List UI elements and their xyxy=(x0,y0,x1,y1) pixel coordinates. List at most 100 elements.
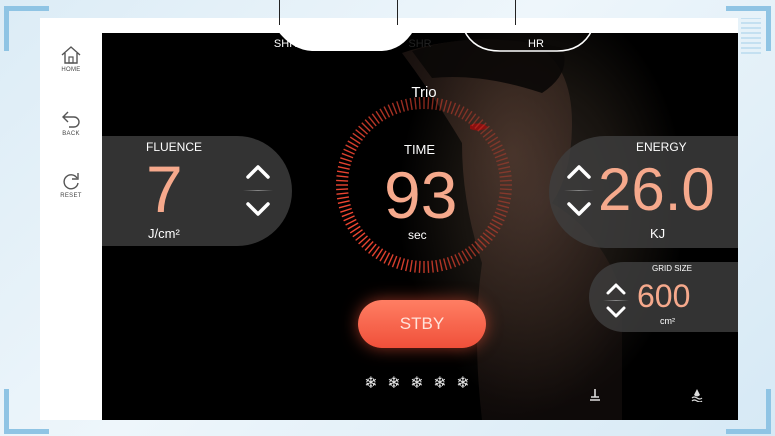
energy-increase-button[interactable] xyxy=(566,163,592,181)
grid-size-increase-button[interactable] xyxy=(605,282,627,296)
reset-label: RESET xyxy=(60,193,82,199)
tab-shr-stack[interactable]: SHR STACK xyxy=(265,38,345,50)
timer-ring-tick xyxy=(498,196,512,200)
timer-ring-tick xyxy=(340,157,352,163)
snowflake-icon: ❄ xyxy=(387,373,401,392)
timer-ring-tick xyxy=(457,106,465,118)
snowflake-icon: ❄ xyxy=(433,373,447,392)
tab-leader-line xyxy=(515,0,516,25)
timer-ring-tick xyxy=(336,192,349,195)
back-button[interactable]: BACK xyxy=(40,108,102,137)
timer-ring-tick xyxy=(337,200,350,204)
timer-ring-tick xyxy=(405,259,409,272)
timer-ring-tick xyxy=(343,148,355,155)
timer-ring-tick xyxy=(396,101,402,113)
fluence-unit: J/cm² xyxy=(148,226,180,241)
timer-ring-tick xyxy=(418,260,421,273)
fluence-increase-button[interactable] xyxy=(245,163,271,181)
grid-size-decrease-button[interactable] xyxy=(605,305,627,319)
timer-ring-tick xyxy=(336,188,349,191)
timer-ring-tick xyxy=(454,104,461,116)
back-label: BACK xyxy=(62,131,80,137)
grid-size-unit: cm² xyxy=(660,316,675,326)
time-unit: sec xyxy=(408,228,427,242)
timer-ring-tick xyxy=(446,101,452,113)
timer-ring-tick xyxy=(454,254,461,266)
stepper-divider xyxy=(603,300,629,301)
timer-ring-tick xyxy=(338,203,351,209)
timer-ring-tick xyxy=(400,258,406,271)
mode-label: Trio xyxy=(411,84,437,101)
timer-ring-tick xyxy=(435,259,439,273)
timer-ring-tick xyxy=(499,192,512,195)
timer-ring-tick xyxy=(414,260,417,273)
energy-value: 26.0 xyxy=(598,156,715,223)
timer-ring-tick xyxy=(341,152,354,159)
timer-ring-tick xyxy=(496,207,508,213)
timer-ring-tick xyxy=(491,144,503,152)
timer-ring-tick xyxy=(450,255,457,268)
timer-ring-tick xyxy=(345,218,357,226)
water-level-icon[interactable] xyxy=(691,388,703,402)
timer-ring-tick xyxy=(491,218,503,226)
timer-ring-tick xyxy=(396,257,402,269)
timer-ring-tick xyxy=(387,254,394,266)
snowflake-icon: ❄ xyxy=(410,373,424,392)
timer-ring-tick xyxy=(494,152,507,159)
timer-ring-tick xyxy=(496,157,508,163)
fluence-decrease-button[interactable] xyxy=(245,200,271,218)
grid-size-value: 600 xyxy=(637,278,691,314)
timer-ring-tick xyxy=(450,102,457,115)
timer-ring-tick xyxy=(499,188,512,191)
timer-ring-tick xyxy=(341,211,354,218)
timer-ring-tick xyxy=(499,175,512,178)
timer-ring-tick xyxy=(340,207,352,213)
fluence-value: 7 xyxy=(146,152,183,226)
timer-ring-tick xyxy=(383,106,391,118)
timer-ring-tick xyxy=(391,102,398,115)
timer-ring-tick xyxy=(387,104,394,116)
back-arrow-icon xyxy=(62,111,80,128)
home-label: HOME xyxy=(61,67,81,73)
timer-ring-tick xyxy=(497,161,510,167)
timer-ring-tick xyxy=(442,99,448,112)
energy-decrease-button[interactable] xyxy=(566,200,592,218)
energy-unit: KJ xyxy=(650,226,666,241)
timer-ring-tick xyxy=(391,255,398,268)
timer-ring-tick xyxy=(494,211,507,218)
timer-ring-tick xyxy=(336,196,350,200)
timer-ring-tick xyxy=(493,215,505,222)
snowflake-icon: ❄ xyxy=(364,373,378,392)
handpiece-icon[interactable] xyxy=(589,388,601,402)
timer-ring-tick xyxy=(442,258,448,271)
timer-ring-tick xyxy=(338,161,351,167)
timer-ring-tick xyxy=(400,99,406,112)
standby-button[interactable]: STBY xyxy=(358,300,486,348)
timer-ring-tick xyxy=(383,252,391,264)
energy-label: ENERGY xyxy=(636,140,687,154)
timer-ring-tick xyxy=(498,166,511,170)
home-icon xyxy=(61,46,81,64)
reset-button[interactable]: RESET xyxy=(40,170,102,199)
timer-ring-tick xyxy=(446,257,452,269)
reset-icon xyxy=(63,173,79,190)
tab-shr[interactable]: SHR xyxy=(380,38,460,50)
timer-ring-tick xyxy=(498,200,511,204)
timer-ring-tick xyxy=(457,252,465,264)
timer-ring-tick xyxy=(498,170,512,174)
timer-ring-tick xyxy=(493,148,505,155)
timer-ring-tick xyxy=(427,260,430,273)
frame-decoration xyxy=(741,18,761,54)
timer-ring-tick xyxy=(336,170,350,174)
timer-ring-tick xyxy=(345,144,357,152)
stepper-divider xyxy=(243,190,273,191)
tab-leader-line xyxy=(397,0,398,25)
time-value: 93 xyxy=(384,158,458,232)
timer-ring-tick xyxy=(497,203,510,209)
home-button[interactable]: HOME xyxy=(40,44,102,73)
snowflake-icon: ❄ xyxy=(456,373,470,392)
timer-ring-tick xyxy=(499,179,512,182)
sidebar: HOME BACK RESET xyxy=(40,18,102,420)
timer-ring-tick xyxy=(336,179,349,182)
tab-hr[interactable]: HR xyxy=(496,38,576,50)
